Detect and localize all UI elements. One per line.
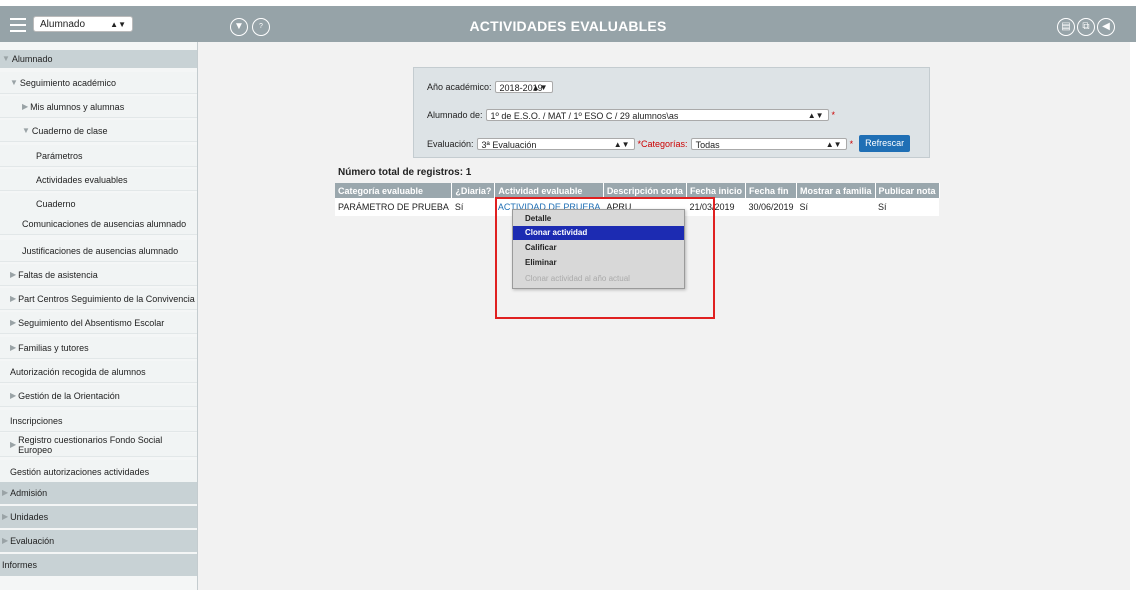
table-cell: Sí xyxy=(796,198,876,216)
filter-icon[interactable]: ▼ xyxy=(230,18,248,36)
sidebar-item-label: Alumnado xyxy=(11,54,53,64)
sidebar: ▼ Alumnado ▼ Seguimiento académico ▶ Mis alum… xyxy=(0,42,198,590)
required-mark: * xyxy=(849,138,854,149)
menu-icon[interactable] xyxy=(10,18,26,32)
sidebar-item[interactable]: ▶ Faltas de asistencia xyxy=(0,264,197,286)
copy-icon[interactable]: ⧉ xyxy=(1077,18,1095,36)
evaluation-select-value: 3ª Evaluación xyxy=(481,139,537,150)
sidebar-item[interactable]: ▶ Registro cuestionarios Fondo Social Eur… xyxy=(0,433,197,457)
sidebar-item[interactable]: ▶ Part Centros Seguimiento de la Conviven… xyxy=(0,288,197,310)
filter-panel: Año académico: 2018-2019 ▲▼ Alumnado de: … xyxy=(413,67,930,158)
sidebar-item-label: Evaluación xyxy=(10,536,55,546)
sidebar-item-label: Unidades xyxy=(10,512,49,522)
collapsed-icon: ▶ xyxy=(10,390,17,400)
sidebar-item-label: Registro cuestionarios Fondo Social Euro… xyxy=(18,434,163,455)
sidebar-item-label: Actividades evaluables xyxy=(36,174,128,185)
sidebar-item[interactable]: Inscripciones xyxy=(0,410,197,432)
sidebar-item-label: Parámetros xyxy=(36,150,83,161)
sidebar-item-label: Informes xyxy=(2,560,38,570)
categories-label: *Categorías: xyxy=(637,138,688,149)
page-title: ACTIVIDADES EVALUABLES xyxy=(469,18,667,34)
column-header[interactable]: ¿Diaria? xyxy=(451,183,496,198)
collapsed-icon: ▶ xyxy=(10,293,17,303)
sidebar-item-label: Cuaderno de clase xyxy=(31,125,108,136)
collapsed-icon: ▶ xyxy=(2,512,9,521)
collapsed-icon: ▶ xyxy=(2,536,9,545)
sidebar-item[interactable]: Gestión autorizaciones actividades xyxy=(0,460,197,484)
column-header[interactable]: Mostrar a familia xyxy=(796,183,876,198)
sidebar-item[interactable]: ▼ Alumnado xyxy=(0,50,197,68)
sidebar-item[interactable]: ▶ Unidades xyxy=(0,506,197,528)
expanded-icon: ▼ xyxy=(22,125,30,135)
column-header[interactable]: Fecha fin xyxy=(745,183,798,198)
table-cell: Sí xyxy=(875,198,940,216)
column-header[interactable]: Descripción corta xyxy=(603,183,687,198)
sidebar-item-label: Familias y tutores xyxy=(18,342,89,353)
column-header[interactable]: Fecha inicio xyxy=(686,183,746,198)
evaluation-label: Evaluación: xyxy=(427,138,474,149)
sidebar-item-label: Inscripciones xyxy=(10,415,63,426)
annotation-box xyxy=(495,197,715,319)
sidebar-item-label: Gestión de la Orientación xyxy=(18,390,120,401)
sidebar-item-label: Cuaderno xyxy=(36,198,76,209)
collapsed-icon: ▶ xyxy=(10,317,17,327)
sidebar-item-label: Part Centros Seguimiento de la Convivenc… xyxy=(18,293,195,304)
table-header-row: Categoría evaluable ¿Diaria? Actividad eva… xyxy=(335,183,940,198)
sidebar-item-label: Seguimiento académico xyxy=(19,77,116,88)
sidebar-item[interactable]: Comunicaciones de ausencias alumnado xyxy=(0,213,197,235)
year-select[interactable]: 2018-2019 ▲▼ xyxy=(494,81,553,93)
column-header[interactable]: Categoría evaluable xyxy=(335,183,453,198)
sidebar-item-label: Mis alumnos y alumnas xyxy=(30,101,125,112)
sidebar-item[interactable]: ▶ Gestión de la Orientación xyxy=(0,385,197,407)
sidebar-item[interactable]: Actividades evaluables xyxy=(0,169,197,191)
collapsed-icon: ▶ xyxy=(10,439,17,449)
sidebar-item-label: Justificaciones de ausencias alumnado xyxy=(22,245,179,256)
collapsed-icon: ▶ xyxy=(22,101,29,111)
sidebar-item-label: Faltas de asistencia xyxy=(18,269,98,280)
sidebar-item-label: Gestión autorizaciones actividades xyxy=(10,466,150,477)
back-icon[interactable]: ◀ xyxy=(1097,18,1115,36)
table-cell: Sí xyxy=(451,198,495,216)
sidebar-item[interactable]: ▼ Cuaderno de clase xyxy=(0,120,197,142)
table-cell: PARÁMETRO DE PRUEBA xyxy=(335,198,452,216)
profile-select-value: Alumnado xyxy=(40,19,86,30)
sidebar-item-label: Seguimiento del Absentismo Escolar xyxy=(18,317,165,328)
sidebar-item[interactable]: ▶ Mis alumnos y alumnas xyxy=(0,96,197,118)
sidebar-item[interactable]: Justificaciones de ausencias alumnado xyxy=(0,240,197,262)
top-bar: Alumnado ▲▼ ▼ ? ACTIVIDADES EVALUABLES ▤ … xyxy=(0,6,1136,42)
sidebar-item[interactable]: ▶ Seguimiento del Absentismo Escolar xyxy=(0,312,197,334)
table-cell: 30/06/2019 xyxy=(745,198,797,216)
categories-select[interactable]: Todas ▲▼ xyxy=(690,137,847,150)
sidebar-item[interactable]: ▶ Evaluación xyxy=(0,530,197,552)
print-icon[interactable]: ▤ xyxy=(1057,18,1075,36)
help-icon[interactable]: ? xyxy=(252,18,270,36)
sidebar-item[interactable]: ▶ Familias y tutores xyxy=(0,337,197,359)
sidebar-item[interactable]: Cuaderno xyxy=(0,193,197,215)
sidebar-item-label: Admisión xyxy=(10,488,48,498)
expanded-icon: ▼ xyxy=(10,77,18,87)
year-label: Año académico: xyxy=(427,82,492,92)
required-mark: * xyxy=(831,110,836,120)
sidebar-item[interactable]: Informes xyxy=(0,554,197,576)
column-header[interactable]: Publicar nota xyxy=(875,183,940,198)
profile-select[interactable]: Alumnado ▲▼ xyxy=(33,16,133,32)
record-count: Número total de registros: 1 xyxy=(338,167,472,178)
group-select-value: 1º de E.S.O. / MAT / 1º ESO C / 29 alumn… xyxy=(490,111,679,121)
group-label: Alumnado de: xyxy=(427,110,483,120)
evaluation-select[interactable]: 3ª Evaluación ▲▼ xyxy=(476,137,635,150)
sidebar-item[interactable]: ▶ Admisión xyxy=(0,482,197,504)
sidebar-item[interactable]: ▼ Seguimiento académico xyxy=(0,72,197,94)
group-select[interactable]: 1º de E.S.O. / MAT / 1º ESO C / 29 alumn… xyxy=(485,109,829,121)
sidebar-item-label: Comunicaciones de ausencias alumnado xyxy=(22,218,187,229)
sidebar-item[interactable]: Autorización recogida de alumnos xyxy=(0,361,197,383)
expanded-icon: ▼ xyxy=(2,54,10,63)
refresh-button[interactable]: Refrescar xyxy=(859,135,911,152)
collapsed-icon: ▶ xyxy=(10,269,17,279)
sidebar-item[interactable]: Parámetros xyxy=(0,145,197,167)
column-header[interactable]: Actividad evaluable xyxy=(494,183,604,198)
sidebar-item-label: Autorización recogida de alumnos xyxy=(10,366,146,377)
categories-select-value: Todas xyxy=(695,139,720,150)
collapsed-icon: ▶ xyxy=(10,342,17,352)
collapsed-icon: ▶ xyxy=(2,488,9,497)
